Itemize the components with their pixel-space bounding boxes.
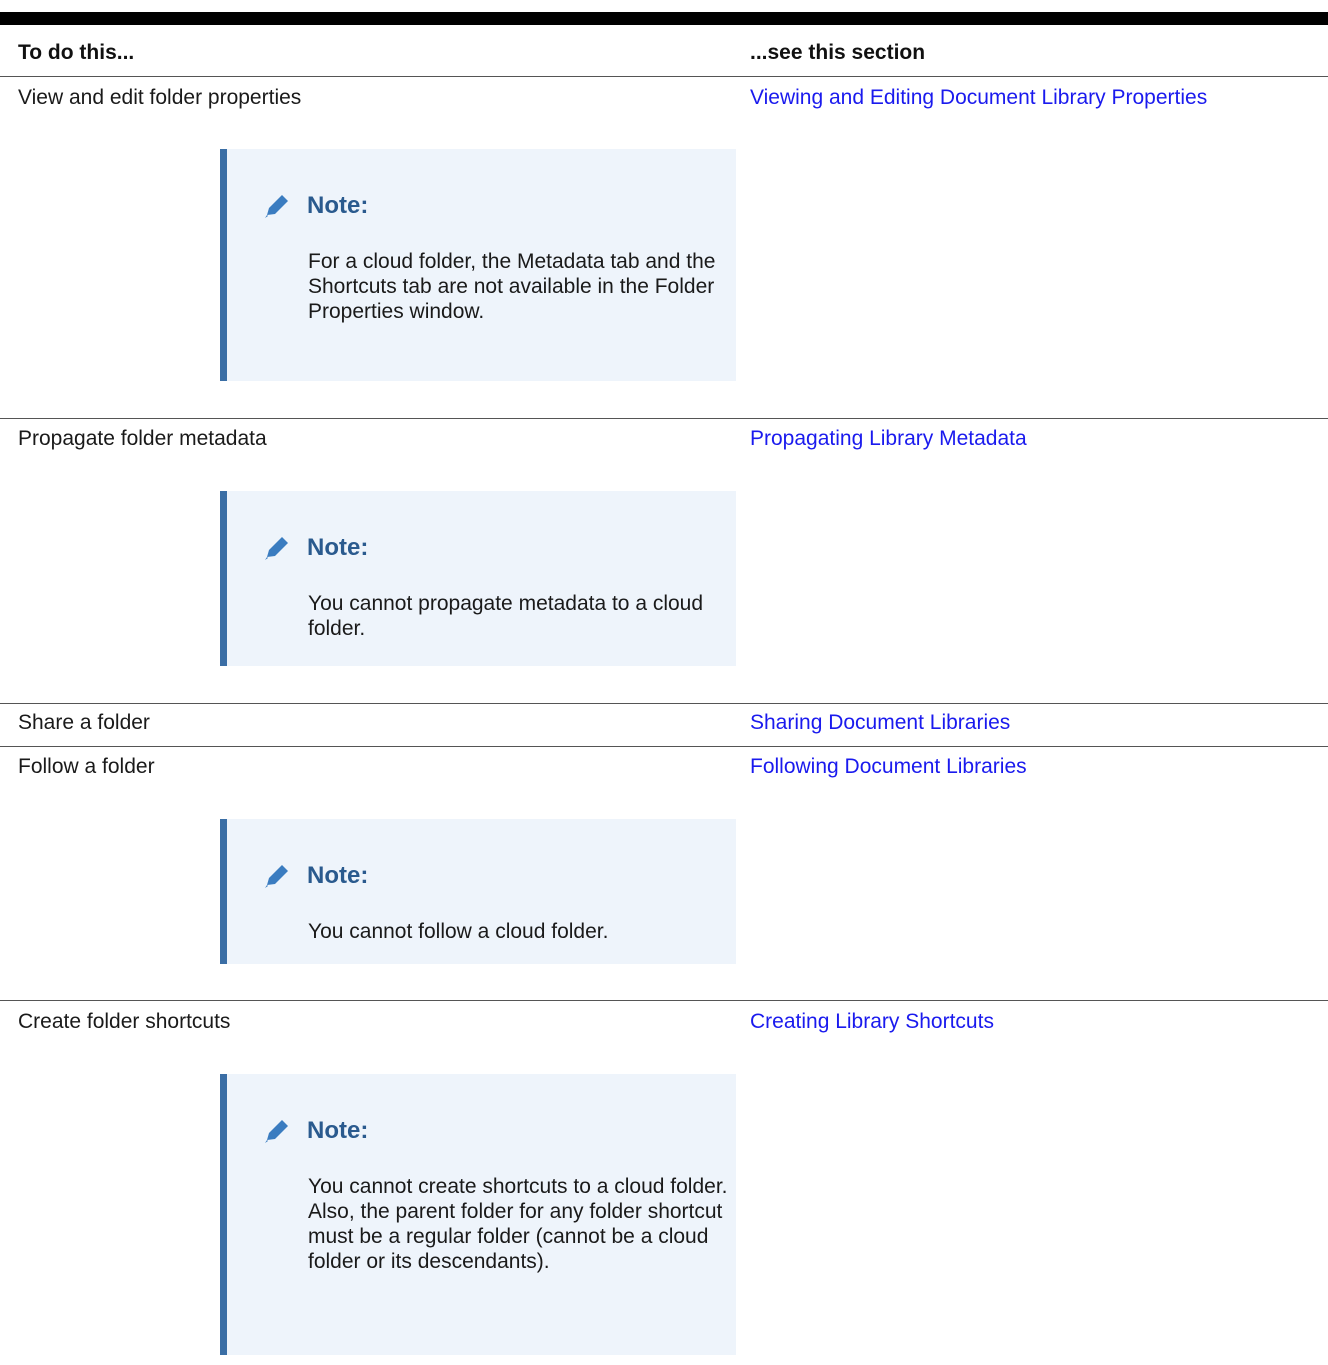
row-divider [0,1000,1328,1001]
note-box: Note: You cannot create shortcuts to a c… [220,1074,736,1355]
note-text: You cannot create shortcuts to a cloud f… [308,1175,728,1273]
link-propagating-metadata[interactable]: Propagating Library Metadata [750,426,1027,452]
link-creating-shortcuts[interactable]: Creating Library Shortcuts [750,1009,994,1035]
column-header-section: ...see this section [750,41,926,64]
row-divider [0,746,1328,747]
note-box: Note: For a cloud folder, the Metadata t… [220,149,736,381]
link-viewing-editing-properties[interactable]: Viewing and Editing Document Library Pro… [750,85,1207,111]
task-share-folder: Share a folder [18,711,150,734]
pencil-icon [265,537,288,560]
note-title: Note: [307,192,369,219]
note-header: Note: [261,861,368,891]
task-propagate-metadata: Propagate folder metadata [18,427,267,450]
note-text: You cannot propagate metadata to a cloud… [308,592,704,640]
note-header: Note: [261,191,368,221]
row-divider [0,703,1328,704]
table-top-rule [0,12,1328,25]
note-title: Note: [307,1117,369,1144]
link-sharing-libraries[interactable]: Sharing Document Libraries [750,710,1010,736]
row-divider [0,418,1328,419]
note-box: Note: You cannot follow a cloud folder. [220,819,736,964]
note-header: Note: [261,533,368,563]
task-view-edit-properties: View and edit folder properties [18,86,302,109]
task-create-shortcuts: Create folder shortcuts [18,1010,231,1033]
task-follow-folder: Follow a folder [18,755,155,778]
note-header: Note: [261,1116,368,1146]
pencil-icon [265,195,288,218]
link-following-libraries[interactable]: Following Document Libraries [750,754,1027,780]
note-title: Note: [307,862,369,889]
column-header-task: To do this... [18,41,135,64]
pencil-icon [265,865,288,888]
note-title: Note: [307,534,369,561]
pencil-icon [265,1120,288,1143]
note-box: Note: You cannot propagate metadata to a… [220,491,736,666]
row-divider [0,76,1328,77]
note-text: You cannot follow a cloud folder. [308,920,609,943]
note-text: For a cloud folder, the Metadata tab and… [308,250,716,323]
